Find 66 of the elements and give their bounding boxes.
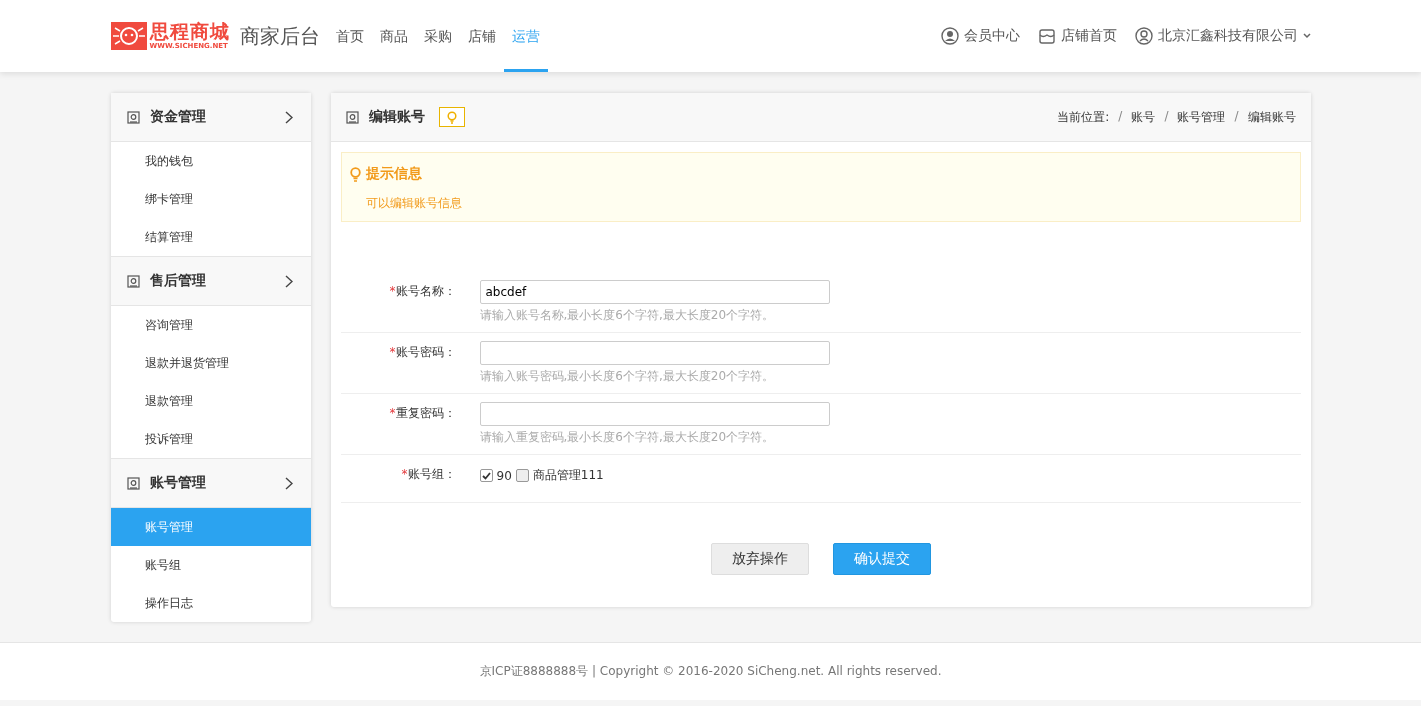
lightbulb-icon [446,110,457,124]
breadcrumb-separator: / [1234,108,1239,125]
field-hint: 请输入账号密码,最小长度6个字符,最大长度20个字符。 [479,368,776,385]
chevron-down-icon [1302,33,1311,39]
sidebar-item[interactable]: 操作日志 [110,584,311,622]
nav-tab[interactable]: 商品 [371,0,416,72]
sidebar-item[interactable]: 退款管理 [110,382,311,420]
checkbox[interactable] [515,469,529,482]
checkbox-option[interactable]: 90 [479,467,512,484]
field-label: 账号组： [407,467,456,481]
checkbox[interactable] [479,469,493,482]
field-hint: 请输入重复密码,最小长度6个字符,最大长度20个字符。 [479,429,776,446]
copyright-text: 京ICP证8888888号 | Copyright © 2016-2020 SiCheng.net. All rights reserved. [479,663,942,680]
lightbulb-icon [349,166,361,182]
menu-box-icon [126,476,140,490]
sidebar-item[interactable]: 我的钱包 [110,142,311,180]
tip-text: 可以编辑账号信息 [365,195,463,212]
input-field[interactable] [479,341,830,365]
sidebar-item[interactable]: 账号组 [110,546,311,584]
site-title: 商家后台 [239,22,320,50]
sidebar-item[interactable]: 绑卡管理 [110,180,311,218]
logo-name: 思程商城 [149,22,230,41]
required-mark: * [401,467,408,481]
breadcrumb-label: 当前位置: [1057,108,1110,126]
field-label: 重复密码： [395,406,456,420]
tip-toggle-button[interactable] [438,107,465,127]
lightbulb-face-logo-icon [110,22,147,50]
breadcrumb-link[interactable]: 账号 [1131,108,1156,126]
header-link[interactable]: 店铺首页 [1037,27,1117,45]
nav-tab[interactable]: 首页 [327,0,372,72]
menu-box-icon [126,274,140,288]
breadcrumb-link[interactable]: 账号管理 [1177,108,1226,126]
sidebar-item[interactable]: 咨询管理 [110,306,311,344]
required-mark: * [389,345,396,359]
breadcrumb-separator: / [1164,108,1169,125]
input-field[interactable]: abcdef [479,280,830,304]
menu-box-icon [126,110,140,124]
tip-title: 提示信息 [365,165,422,183]
sidebar-group-header[interactable]: 账号管理 [110,458,311,508]
chevron-right-icon [284,476,293,490]
input-field[interactable] [479,402,830,426]
user-outline-icon [1134,27,1153,45]
nav-tab[interactable]: 店铺 [459,0,504,72]
sidebar-group-header[interactable]: 资金管理 [110,93,311,142]
user-icon [940,27,959,45]
chevron-right-icon [284,110,293,124]
breadcrumb-current: 编辑账号 [1247,108,1296,126]
cancel-button[interactable]: 放弃操作 [710,543,809,575]
field-label: 账号名称： [395,284,456,298]
sidebar-group-header[interactable]: 售后管理 [110,256,311,306]
required-mark: * [389,284,396,298]
header-link[interactable]: 北京汇鑫科技有限公司 [1134,27,1311,45]
sidebar-item[interactable]: 退款并退货管理 [110,344,311,382]
sidebar-item[interactable]: 投诉管理 [110,420,311,458]
field-hint: 请输入账号名称,最小长度6个字符,最大长度20个字符。 [479,307,776,324]
field-label: 账号密码： [395,345,456,359]
panel-title: 编辑账号 [368,108,425,126]
store-icon [1037,27,1056,45]
header-link[interactable]: 会员中心 [940,27,1020,45]
chevron-right-icon [284,274,293,288]
sidebar-item[interactable]: 结算管理 [110,218,311,256]
required-mark: * [389,406,396,420]
breadcrumb-separator: / [1118,108,1123,125]
nav-tab[interactable]: 采购 [415,0,460,72]
menu-box-icon [345,110,359,124]
checkbox-option[interactable]: 商品管理111 [515,467,604,484]
